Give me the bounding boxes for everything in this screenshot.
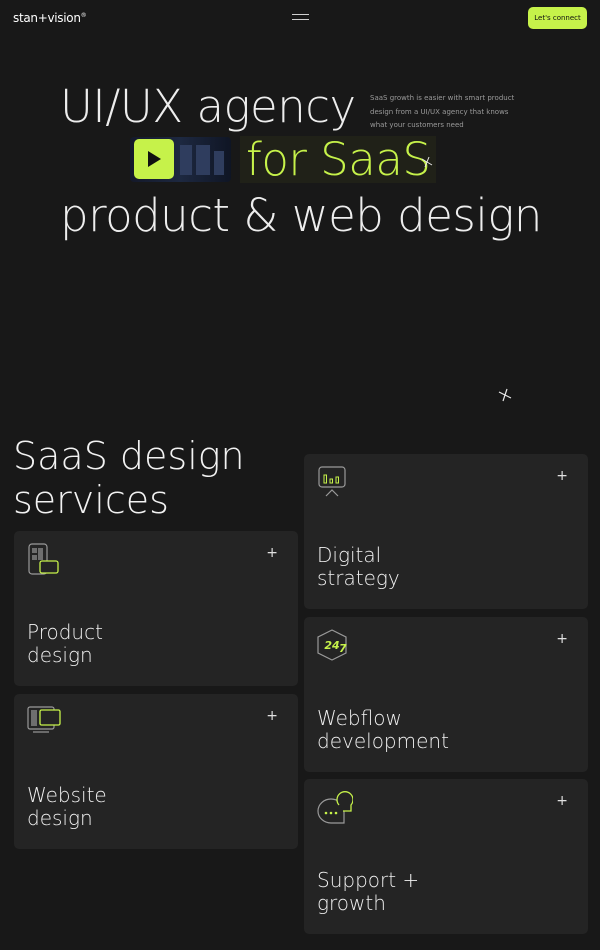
svg-text:7: 7	[339, 642, 347, 655]
sparkle-icon	[498, 388, 512, 402]
chat-bubble-icon	[317, 791, 353, 824]
play-icon	[148, 151, 161, 167]
service-card-digital-strategy[interactable]: + Digital strategy	[304, 454, 588, 609]
sparkle-icon	[421, 156, 433, 168]
hero-heading-highlight: for SaaS	[240, 136, 437, 183]
expand-icon[interactable]: +	[266, 545, 278, 561]
registered-mark: ®	[80, 12, 87, 19]
expand-icon[interactable]: +	[556, 468, 568, 484]
analytics-chart-icon	[318, 466, 346, 497]
logo-text: stan+vision	[13, 11, 81, 25]
mobile-app-icon	[28, 543, 59, 575]
service-card-support-growth[interactable]: + Support + growth	[304, 779, 588, 934]
service-card-webflow-development[interactable]: 24 7 + Webflow development	[304, 617, 588, 772]
hero-description: SaaS growth is easier with smart product…	[370, 94, 515, 129]
hero-heading-line-1: UI/UX agency	[60, 80, 356, 133]
service-label: Digital strategy	[317, 543, 400, 590]
service-card-product-design[interactable]: + Product design	[14, 531, 298, 686]
play-video-button[interactable]	[134, 139, 174, 179]
webflow-247-icon: 24 7	[317, 629, 347, 661]
lets-connect-button[interactable]: Let's connect	[528, 7, 587, 29]
browser-window-icon	[27, 706, 61, 733]
service-label: Product design	[27, 620, 103, 667]
expand-icon[interactable]: +	[266, 708, 278, 724]
brand-logo[interactable]: stan+vision®	[13, 11, 87, 25]
services-heading-line-2: services	[13, 478, 169, 522]
hero-heading-line-3: product & web design	[60, 189, 542, 242]
hamburger-icon[interactable]	[292, 14, 309, 21]
expand-icon[interactable]: +	[556, 631, 568, 647]
svg-text:24: 24	[324, 639, 339, 652]
expand-icon[interactable]: +	[556, 793, 568, 809]
services-heading: SaaS design services	[13, 434, 245, 522]
service-label: Website design	[27, 783, 107, 830]
services-heading-line-1: SaaS design	[13, 434, 245, 478]
service-label: Support + growth	[317, 868, 420, 915]
service-card-website-design[interactable]: + Website design	[14, 694, 298, 849]
service-label: Webflow development	[317, 706, 449, 753]
